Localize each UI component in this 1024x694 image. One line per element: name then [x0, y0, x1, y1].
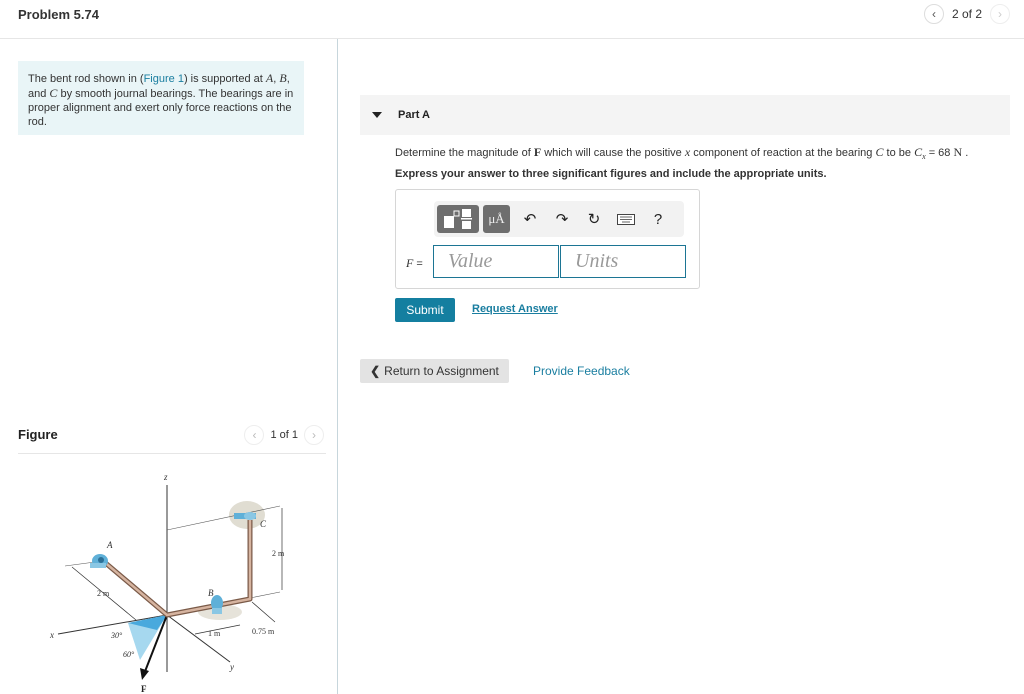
figure-title: Figure [18, 427, 58, 442]
chevron-right-icon: › [312, 428, 316, 442]
prev-problem-button[interactable]: ‹ [923, 4, 944, 24]
answer-label: F = [406, 256, 423, 270]
bearing-a [90, 554, 108, 568]
units-button[interactable]: μÅ [483, 205, 510, 233]
label-2m-right: 2 m [272, 549, 285, 558]
label-z: z [163, 472, 168, 482]
bent-rod [100, 520, 253, 618]
label-60deg: 60° [123, 650, 135, 659]
dim-075m-line [251, 601, 276, 623]
figure-header: Figure ‹ 1 of 1 › [18, 425, 326, 454]
problem-pager: ‹ 2 of 2 › [923, 4, 1010, 24]
label-A: A [106, 540, 113, 550]
label-2m-left: 2 m [97, 589, 110, 598]
chevron-left-icon: ‹ [252, 428, 257, 442]
undo-icon[interactable]: ↶ [514, 205, 546, 233]
help-icon[interactable]: ? [642, 205, 674, 233]
figure-pager-text: 1 of 1 [270, 429, 298, 441]
math-toolbar: μÅ ↶ ↷ ↻ ? [434, 201, 684, 237]
request-answer-link[interactable]: Request Answer [472, 303, 558, 315]
caret-down-icon [372, 112, 382, 118]
next-problem-button[interactable]: › [990, 4, 1010, 24]
fraction-template-icon [444, 209, 472, 229]
return-to-assignment-button[interactable]: ❮ Return to Assignment [360, 359, 509, 383]
right-pane: Part A Determine the magnitude of F whic… [338, 39, 1024, 694]
problem-intro: The bent rod shown in (Figure 1) is supp… [18, 61, 304, 135]
ref-line [249, 591, 281, 599]
reset-icon[interactable]: ↻ [578, 205, 610, 233]
units-input[interactable]: Units [560, 245, 686, 278]
top-bar: Problem 5.74 ‹ 2 of 2 › [0, 0, 1024, 39]
answer-box: μÅ ↶ ↷ ↻ ? F = Value Units [395, 189, 700, 289]
chevron-left-icon: ‹ [931, 7, 936, 21]
bearing-c [234, 512, 256, 520]
label-30deg: 30° [110, 631, 123, 640]
problem-pager-text: 2 of 2 [951, 7, 982, 21]
label-B: B [208, 588, 214, 598]
question-text: Determine the magnitude of F which will … [395, 145, 969, 162]
submit-button[interactable]: Submit [395, 298, 455, 322]
value-input[interactable]: Value [433, 245, 559, 278]
figure-pager: ‹ 1 of 1 › [244, 425, 324, 445]
chevron-left-icon: ❮ [370, 364, 381, 378]
label-x: x [49, 630, 54, 640]
figure-image: z x y A B C F 2 m 2 m 1 m 0.75 m 30° 60° [49, 472, 285, 694]
templates-button[interactable] [437, 205, 479, 233]
label-1m: 1 m [208, 629, 221, 638]
left-pane: The bent rod shown in (Figure 1) is supp… [0, 39, 338, 694]
prev-figure-button[interactable]: ‹ [244, 425, 265, 445]
label-C: C [260, 519, 267, 529]
label-F: F [141, 684, 147, 694]
chevron-right-icon: › [998, 7, 1002, 21]
keyboard-icon[interactable] [610, 205, 642, 233]
provide-feedback-link[interactable]: Provide Feedback [533, 364, 630, 378]
figure-link[interactable]: Figure 1 [144, 73, 184, 85]
part-label: Part A [398, 109, 430, 121]
label-y: y [229, 662, 234, 672]
label-075m: 0.75 m [252, 627, 275, 636]
instruction-text: Express your answer to three significant… [395, 168, 827, 180]
next-figure-button[interactable]: › [304, 425, 324, 445]
problem-title: Problem 5.74 [18, 7, 99, 22]
arrowhead [140, 668, 149, 680]
y-axis [166, 614, 231, 663]
redo-icon[interactable]: ↷ [546, 205, 578, 233]
part-a-header[interactable]: Part A [360, 95, 1010, 135]
